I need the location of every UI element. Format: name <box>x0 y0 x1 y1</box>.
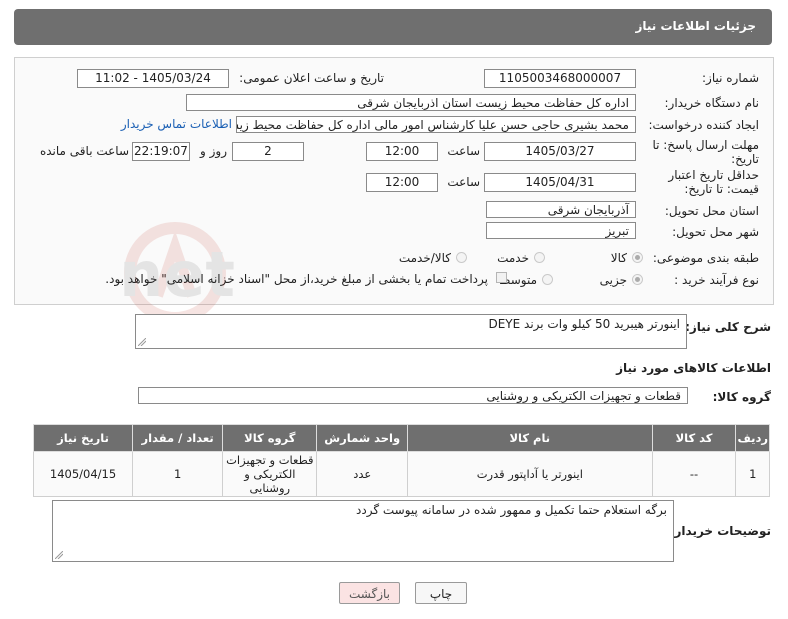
col-header-unit: واحد شمارش <box>316 424 408 452</box>
need-number-label: شماره نیاز: <box>702 71 759 85</box>
goods-group-label: گروه کالا: <box>712 390 771 404</box>
announce-date-field: 1405/03/24 - 11:02 <box>77 69 229 88</box>
back-button[interactable]: بازگشت <box>339 582 400 604</box>
price-validity-label: حداقل تاریخ اعتبار قیمت: تا تاریخ: <box>668 168 759 196</box>
cell-unit: عدد <box>316 451 408 497</box>
province-label: استان محل تحویل: <box>664 204 759 218</box>
description-text: اینورتر هیبرید 50 کیلو وات برند DEYE <box>488 317 680 331</box>
process-radio-medium[interactable] <box>542 274 553 285</box>
col-header-date: تاریخ نیاز <box>32 424 134 452</box>
price-validity-date-field: 1405/04/31 <box>484 173 636 192</box>
days-remaining-field: 2 <box>232 142 304 161</box>
creator-field: محمد بشیری حاجی حسن علیا کارشناس امور ما… <box>236 116 636 133</box>
reply-deadline-label: مهلت ارسال پاسخ: تا تاریخ: <box>652 138 759 166</box>
cell-code: -- <box>651 451 737 497</box>
category-option-goods-service: کالا/خدمت <box>398 251 451 265</box>
resize-grip-icon <box>55 551 63 559</box>
print-button[interactable]: چاپ <box>415 582 467 604</box>
process-type-label: نوع فرآیند خرید : <box>674 273 759 287</box>
reply-time-label: ساعت <box>447 144 480 158</box>
city-label: شهر محل تحویل: <box>672 225 759 239</box>
treasury-payment-checkbox[interactable] <box>496 272 507 283</box>
province-field: آذربایجان شرقی <box>486 201 636 218</box>
table-row: 1 -- اینورتر یا آداپتور قدرت عدد قطعات و… <box>32 451 770 497</box>
category-radio-service[interactable] <box>534 252 545 263</box>
cell-name: اینورتر یا آداپتور قدرت <box>406 451 653 497</box>
resize-grip-icon <box>138 338 146 346</box>
category-option-service: خدمت <box>497 251 529 265</box>
process-option-minor: جزیی <box>599 273 627 287</box>
remaining-time-field: 22:19:07 <box>132 142 190 161</box>
category-option-goods: کالا <box>610 251 627 265</box>
table-header-row: ردیف کد کالا نام کالا واحد شمارش گروه کا… <box>32 424 770 452</box>
title-bar: جزئیات اطلاعات نیاز <box>14 9 772 45</box>
buyer-notes-text: برگه استعلام حتما تکمیل و ممهور شده در س… <box>356 503 667 517</box>
need-number-field: 1105003468000007 <box>484 69 636 88</box>
need-info-panel: شماره نیاز: 1105003468000007 تاریخ و ساع… <box>14 57 774 305</box>
announce-date-label: تاریخ و ساعت اعلان عمومی: <box>239 71 384 85</box>
price-validity-time-field: 12:00 <box>366 173 438 192</box>
col-header-group: گروه کالا <box>222 424 318 452</box>
buyer-org-label: نام دستگاه خریدار: <box>664 96 760 110</box>
remaining-time-label: ساعت باقی مانده <box>39 144 129 158</box>
cell-date: 1405/04/15 <box>32 451 134 497</box>
city-field: تبریز <box>486 222 636 239</box>
buyer-org-field: اداره کل حفاظت محیط زیست استان اذربایجان… <box>186 94 636 111</box>
buyer-notes-label: توضیحات خریدار: <box>669 524 771 538</box>
description-label: شرح کلی نیاز: <box>685 320 771 334</box>
treasury-payment-note: پرداخت تمام یا بخشی از مبلغ خرید،از محل … <box>105 272 488 286</box>
reply-date-field: 1405/03/27 <box>484 142 636 161</box>
days-label: روز و <box>200 144 227 158</box>
col-header-code: کد کالا <box>651 424 737 452</box>
cell-row: 1 <box>735 451 770 497</box>
cell-qty: 1 <box>132 451 224 497</box>
buyer-notes-textarea[interactable]: برگه استعلام حتما تکمیل و ممهور شده در س… <box>52 500 674 562</box>
col-header-name: نام کالا <box>406 424 653 452</box>
col-header-row: ردیف <box>735 424 770 452</box>
process-radio-minor[interactable] <box>632 274 643 285</box>
goods-section-title: اطلاعات کالاهای مورد نیاز <box>616 361 771 375</box>
description-textarea[interactable]: اینورتر هیبرید 50 کیلو وات برند DEYE <box>135 314 687 349</box>
reply-time-field: 12:00 <box>366 142 438 161</box>
need-details-page: جزئیات اطلاعات نیاز شماره نیاز: 11050034… <box>0 0 788 619</box>
goods-group-field: قطعات و تجهیزات الکتریکی و روشنایی <box>138 387 688 404</box>
col-header-qty: تعداد / مقدار <box>132 424 224 452</box>
page-title: جزئیات اطلاعات نیاز <box>635 19 756 33</box>
cell-group: قطعات و تجهیزات الکتریکی و روشنایی <box>222 451 318 497</box>
price-time-label: ساعت <box>447 175 480 189</box>
goods-table: ردیف کد کالا نام کالا واحد شمارش گروه کا… <box>32 424 770 497</box>
category-radio-goods[interactable] <box>632 252 643 263</box>
category-label: طبقه بندی موضوعی: <box>652 251 759 265</box>
buyer-contact-link[interactable]: اطلاعات تماس خریدار <box>121 117 232 131</box>
creator-label: ایجاد کننده درخواست: <box>648 118 759 132</box>
category-radio-goods-service[interactable] <box>456 252 467 263</box>
